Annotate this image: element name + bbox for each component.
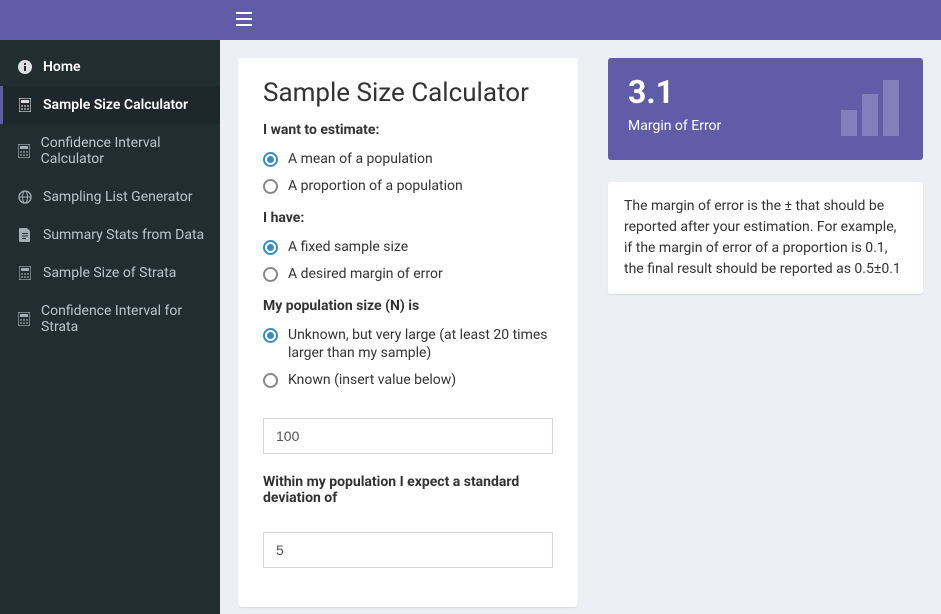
sidebar-item-home[interactable]: Home (0, 48, 220, 86)
info-icon (15, 60, 35, 74)
sidebar: Home Sample Size Calculator Confidence I… (0, 40, 220, 614)
sd-input[interactable] (263, 532, 553, 568)
radio-label: Unknown, but very large (at least 20 tim… (288, 326, 553, 364)
sidebar-item-label: Confidence Interval Calculator (41, 135, 205, 167)
calculator-icon (15, 98, 35, 112)
radio-label: A fixed sample size (288, 238, 408, 257)
sidebar-item-sampling-list[interactable]: Sampling List Generator (0, 178, 220, 216)
population-label: My population size (N) is (263, 298, 553, 314)
radio-icon (263, 328, 278, 343)
form-card: Sample Size Calculator I want to estimat… (238, 58, 578, 607)
population-size-input[interactable] (263, 418, 553, 454)
page-title: Sample Size Calculator (263, 78, 553, 108)
radio-label: A proportion of a population (288, 177, 463, 196)
content-area: Sample Size Calculator I want to estimat… (220, 40, 941, 614)
radio-pop-known[interactable]: Known (insert value below) (263, 371, 553, 390)
explanation-card: The margin of error is the ± that should… (608, 182, 923, 294)
sidebar-item-label: Confidence Interval for Strata (41, 303, 205, 335)
calculator-icon (15, 144, 33, 158)
calculator-icon (15, 312, 33, 326)
explanation-text: The margin of error is the ± that should… (624, 198, 901, 277)
calculator-icon (15, 266, 35, 280)
sidebar-item-strata-ci[interactable]: Confidence Interval for Strata (0, 292, 220, 346)
sidebar-item-strata-size[interactable]: Sample Size of Strata (0, 254, 220, 292)
radio-icon (263, 373, 278, 388)
sidebar-item-sample-size[interactable]: Sample Size Calculator (0, 86, 220, 124)
sd-label: Within my population I expect a standard… (263, 474, 553, 506)
radio-estimate-proportion[interactable]: A proportion of a population (263, 177, 553, 196)
radio-pop-unknown[interactable]: Unknown, but very large (at least 20 tim… (263, 326, 553, 364)
sidebar-item-label: Sample Size of Strata (43, 265, 176, 281)
radio-label: A mean of a population (288, 150, 433, 169)
sidebar-item-summary-stats[interactable]: Summary Stats from Data (0, 216, 220, 254)
population-group: Unknown, but very large (at least 20 tim… (263, 326, 553, 391)
result-box: 3.1 Margin of Error (608, 58, 923, 160)
radio-icon (263, 240, 278, 255)
estimate-label: I want to estimate: (263, 122, 553, 138)
radio-label: A desired margin of error (288, 265, 443, 284)
radio-estimate-mean[interactable]: A mean of a population (263, 150, 553, 169)
have-group: A fixed sample size A desired margin of … (263, 238, 553, 284)
file-icon (15, 228, 35, 242)
topbar-logo-area (0, 0, 220, 40)
globe-icon (15, 190, 35, 204)
topbar (0, 0, 941, 40)
sidebar-item-label: Sample Size Calculator (43, 97, 188, 113)
estimate-group: A mean of a population A proportion of a… (263, 150, 553, 196)
radio-icon (263, 179, 278, 194)
hamburger-icon (236, 10, 252, 31)
radio-label: Known (insert value below) (288, 371, 456, 390)
bar-chart-icon (835, 72, 905, 146)
radio-icon (263, 267, 278, 282)
sidebar-item-ci-calc[interactable]: Confidence Interval Calculator (0, 124, 220, 178)
radio-icon (263, 152, 278, 167)
have-label: I have: (263, 210, 553, 226)
radio-have-moe[interactable]: A desired margin of error (263, 265, 553, 284)
sidebar-item-label: Summary Stats from Data (43, 227, 204, 243)
sidebar-item-label: Sampling List Generator (43, 189, 193, 205)
sidebar-item-label: Home (43, 59, 81, 75)
menu-toggle-button[interactable] (220, 0, 268, 40)
radio-have-fixed[interactable]: A fixed sample size (263, 238, 553, 257)
